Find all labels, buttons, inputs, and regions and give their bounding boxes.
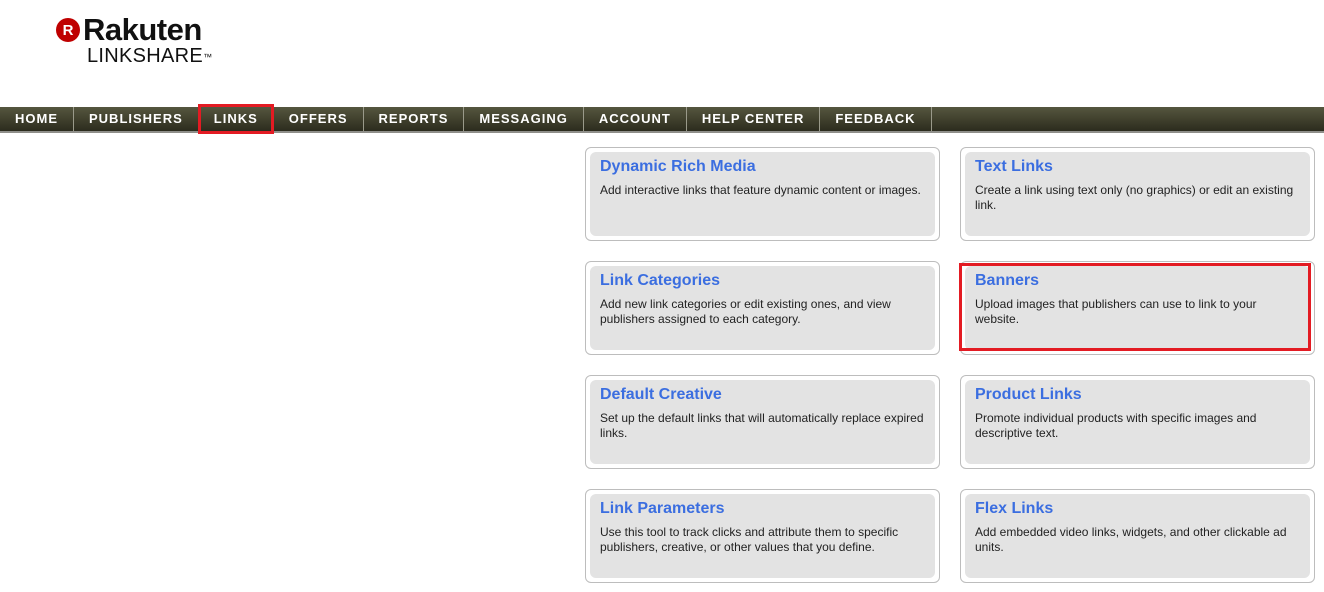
card-body: Dynamic Rich Media Add interactive links… [590, 152, 935, 236]
card-text-links[interactable]: Text Links Create a link using text only… [960, 147, 1315, 241]
rakuten-r-badge-icon: R [56, 18, 80, 42]
card-description: Add new link categories or edit existing… [600, 297, 891, 326]
card-title-flex-links[interactable]: Flex Links [975, 499, 1300, 519]
nav-item-messaging[interactable]: MESSAGING [464, 107, 584, 131]
card-title-product-links[interactable]: Product Links [975, 385, 1300, 405]
main-nav-items: HOME PUBLISHERS LINKS OFFERS REPORTS MES… [0, 104, 1324, 134]
nav-item-account[interactable]: ACCOUNT [584, 107, 687, 131]
card-description: Add embedded video links, widgets, and o… [975, 525, 1287, 554]
nav-item-publishers[interactable]: PUBLISHERS [74, 107, 199, 131]
card-body: Flex Links Add embedded video links, wid… [965, 494, 1310, 578]
card-body: Link Categories Add new link categories … [590, 266, 935, 350]
card-title-banners[interactable]: Banners [975, 271, 1300, 291]
logo-brand-name: Rakuten [83, 12, 202, 47]
nav-item-home[interactable]: HOME [0, 107, 74, 131]
main-nav-bar: HOME PUBLISHERS LINKS OFFERS REPORTS MES… [0, 104, 1324, 134]
card-body: Product Links Promote individual product… [965, 380, 1310, 464]
card-body: Text Links Create a link using text only… [965, 152, 1310, 236]
card-body: Banners Upload images that publishers ca… [965, 266, 1310, 350]
card-description: Add interactive links that feature dynam… [600, 183, 921, 197]
nav-item-offers[interactable]: OFFERS [274, 107, 364, 131]
card-description: Upload images that publishers can use to… [975, 297, 1257, 326]
card-title-text-links[interactable]: Text Links [975, 157, 1300, 177]
card-banners[interactable]: Banners Upload images that publishers ca… [959, 261, 1315, 355]
nav-item-links[interactable]: LINKS [197, 104, 274, 134]
card-product-links[interactable]: Product Links Promote individual product… [960, 375, 1315, 469]
nav-item-feedback[interactable]: FEEDBACK [820, 107, 932, 131]
nav-item-help-center[interactable]: HELP CENTER [687, 107, 821, 131]
card-flex-links[interactable]: Flex Links Add embedded video links, wid… [960, 489, 1315, 583]
card-title-link-parameters[interactable]: Link Parameters [600, 499, 925, 519]
card-link-parameters[interactable]: Link Parameters Use this tool to track c… [585, 489, 940, 583]
card-link-categories[interactable]: Link Categories Add new link categories … [585, 261, 940, 355]
card-description: Promote individual products with specifi… [975, 411, 1257, 440]
logo-product-name: LINKSHARE™ [87, 46, 212, 66]
card-title-link-categories[interactable]: Link Categories [600, 271, 925, 291]
nav-item-reports[interactable]: REPORTS [364, 107, 465, 131]
card-title-dynamic-rich-media[interactable]: Dynamic Rich Media [600, 157, 925, 177]
card-default-creative[interactable]: Default Creative Set up the default link… [585, 375, 940, 469]
card-body: Default Creative Set up the default link… [590, 380, 935, 464]
card-description: Use this tool to track clicks and attrib… [600, 525, 899, 554]
trademark-symbol: ™ [203, 52, 213, 62]
logo-top-row: R Rakuten [56, 14, 212, 46]
rakuten-linkshare-logo[interactable]: R Rakuten LINKSHARE™ [56, 14, 212, 66]
card-body: Link Parameters Use this tool to track c… [590, 494, 935, 578]
card-description: Set up the default links that will autom… [600, 411, 924, 440]
card-dynamic-rich-media[interactable]: Dynamic Rich Media Add interactive links… [585, 147, 940, 241]
logo-product-text: LINKSHARE [87, 45, 204, 67]
card-description: Create a link using text only (no graphi… [975, 183, 1294, 212]
card-title-default-creative[interactable]: Default Creative [600, 385, 925, 405]
